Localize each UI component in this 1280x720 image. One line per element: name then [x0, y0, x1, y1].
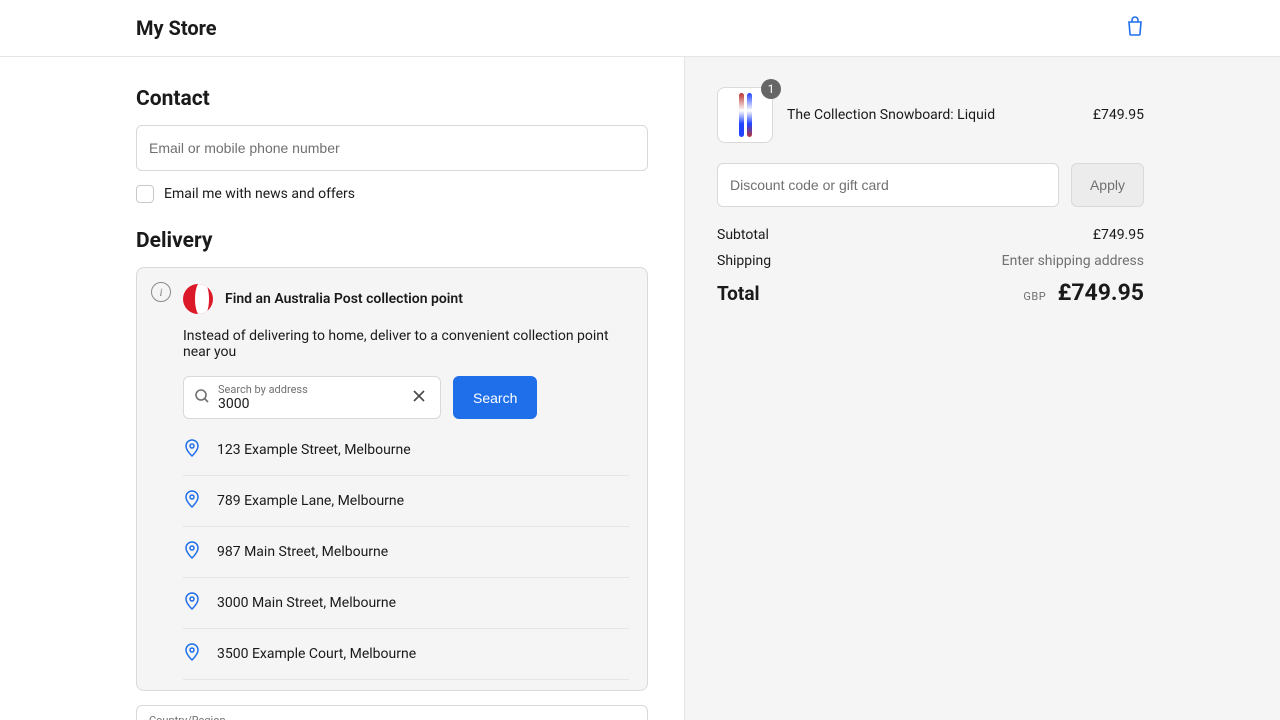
- result-address: 123 Example Street, Melbourne: [217, 442, 411, 458]
- search-button[interactable]: Search: [453, 376, 537, 419]
- australia-post-logo-icon: [183, 284, 213, 314]
- newsletter-label: Email me with news and offers: [164, 186, 355, 202]
- order-summary: 1 The Collection Snowboard: Liquid £749.…: [684, 57, 1280, 720]
- apply-button[interactable]: Apply: [1071, 163, 1144, 207]
- total-label: Total: [717, 282, 760, 305]
- list-item[interactable]: 987 Main Street, Melbourne: [183, 527, 629, 578]
- list-item[interactable]: 3000 Main Street, Melbourne: [183, 578, 629, 629]
- discount-input[interactable]: [717, 163, 1059, 207]
- pin-icon: [185, 490, 199, 512]
- total-value: £749.95: [1058, 279, 1144, 306]
- search-label: Search by address: [218, 383, 400, 396]
- list-item[interactable]: 123 Example Street, Melbourne: [183, 425, 629, 476]
- list-item[interactable]: 3500 Example Court, Melbourne: [183, 629, 629, 680]
- result-address: 789 Example Lane, Melbourne: [217, 493, 404, 509]
- info-icon: i: [151, 282, 171, 302]
- collection-description: Instead of delivering to home, deliver t…: [183, 328, 629, 360]
- item-price: £749.95: [1093, 107, 1144, 123]
- shipping-value: Enter shipping address: [1002, 253, 1144, 269]
- delivery-heading: Delivery: [136, 229, 648, 253]
- result-address: 3000 Main Street, Melbourne: [217, 595, 396, 611]
- item-name: The Collection Snowboard: Liquid: [787, 107, 1079, 123]
- pin-icon: [185, 592, 199, 614]
- cart-icon[interactable]: [1126, 16, 1144, 40]
- pin-icon: [185, 541, 199, 563]
- country-label: Country/Region: [149, 714, 635, 720]
- store-name[interactable]: My Store: [136, 16, 217, 40]
- email-field[interactable]: [136, 125, 648, 171]
- search-value: 3000: [218, 396, 400, 412]
- collection-title: Find an Australia Post collection point: [225, 291, 463, 307]
- result-address: 987 Main Street, Melbourne: [217, 544, 388, 560]
- list-item[interactable]: 789 Example Lane, Melbourne: [183, 476, 629, 527]
- line-item: 1 The Collection Snowboard: Liquid £749.…: [717, 87, 1144, 143]
- result-address: 3500 Example Court, Melbourne: [217, 646, 416, 662]
- search-icon: [194, 388, 210, 408]
- pin-icon: [185, 439, 199, 461]
- contact-heading: Contact: [136, 87, 648, 111]
- country-select[interactable]: Country/Region Australia: [136, 705, 648, 720]
- currency-code: GBP: [1023, 290, 1046, 303]
- qty-badge: 1: [761, 79, 781, 99]
- clear-icon[interactable]: [408, 387, 430, 409]
- shipping-label: Shipping: [717, 253, 771, 269]
- search-input-wrap[interactable]: Search by address 3000: [183, 376, 441, 419]
- subtotal-label: Subtotal: [717, 227, 769, 243]
- pin-icon: [185, 643, 199, 665]
- results-list: 123 Example Street, Melbourne 789 Exampl…: [183, 425, 629, 680]
- newsletter-checkbox[interactable]: [136, 185, 154, 203]
- subtotal-value: £749.95: [1093, 227, 1144, 243]
- topbar: My Store: [0, 0, 1280, 57]
- collection-point-card: i Find an Australia Post collection poin…: [136, 267, 648, 691]
- checkout-form: Contact Email me with news and offers De…: [0, 57, 684, 720]
